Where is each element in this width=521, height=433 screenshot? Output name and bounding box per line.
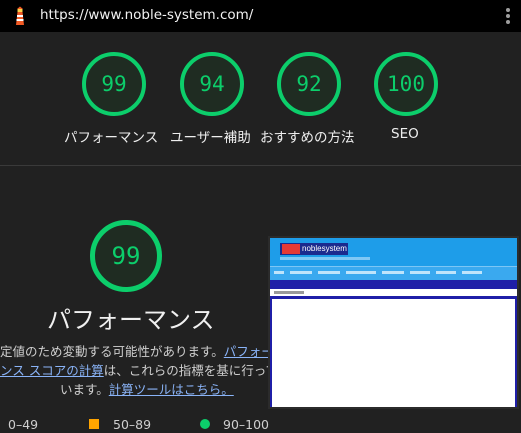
performance-gauge: 99	[90, 220, 162, 292]
performance-title: パフォーマンス	[47, 306, 215, 334]
page-url[interactable]: https://www.noble-system.com/	[40, 7, 253, 23]
gauge-ring: 92	[277, 52, 341, 116]
performance-description-line1: 定値のため変動する可能性があります。パフォー	[0, 341, 274, 360]
legend-pass-range: 90–100	[223, 417, 270, 432]
score-calc-link-part2[interactable]: ンス スコアの計算	[0, 363, 104, 378]
calculator-link[interactable]: 計算ツールはこちら。	[109, 382, 234, 397]
score-value: 94	[199, 72, 225, 96]
url-bar: https://www.noble-system.com/	[0, 0, 521, 32]
final-screenshot-thumbnail[interactable]: noblesystem	[268, 236, 519, 409]
more-options-icon[interactable]	[505, 8, 511, 26]
performance-description-line3: います。計算ツールはこちら。	[60, 379, 234, 398]
thumb-breadcrumb	[274, 291, 304, 294]
performance-score: 99	[111, 242, 141, 270]
legend-average-range: 50–89	[113, 417, 152, 432]
score-calc-link-part1[interactable]: パフォー	[224, 344, 274, 359]
section-divider	[0, 165, 521, 166]
performance-description-line2: ンス スコアの計算は、これらの指標を基に行って	[0, 360, 278, 379]
gauge-ring: 94	[180, 52, 244, 116]
gauge-label: ユーザー補助	[170, 130, 251, 146]
gauge-label: SEO	[391, 126, 419, 142]
gauge-ring: 100	[374, 52, 438, 116]
thumb-logo-text: noblesystem	[302, 244, 347, 253]
average-square-icon	[89, 419, 99, 429]
thumb-site-header: noblesystem	[270, 238, 517, 266]
desc-text: は、これらの指標を基に行って	[103, 363, 279, 378]
thumb-tagline	[280, 257, 370, 260]
legend-fail-range: 0–49	[8, 417, 39, 432]
lighthouse-logo-icon	[11, 5, 29, 26]
thumb-nav	[270, 266, 517, 280]
desc-text: います。	[60, 382, 109, 397]
score-value: 100	[387, 72, 425, 96]
thumb-banner	[270, 280, 517, 289]
thumb-content-frame	[270, 296, 517, 407]
pass-circle-icon	[200, 419, 210, 429]
desc-text: 定値のため変動する可能性があります。	[0, 344, 224, 359]
gauge-label: パフォーマンス	[64, 130, 159, 146]
thumb-site-logo: noblesystem	[280, 243, 348, 255]
gauge-ring: 99	[82, 52, 146, 116]
score-value: 92	[296, 72, 322, 96]
gauge-label: おすすめの方法	[260, 130, 355, 146]
score-value: 99	[101, 72, 127, 96]
